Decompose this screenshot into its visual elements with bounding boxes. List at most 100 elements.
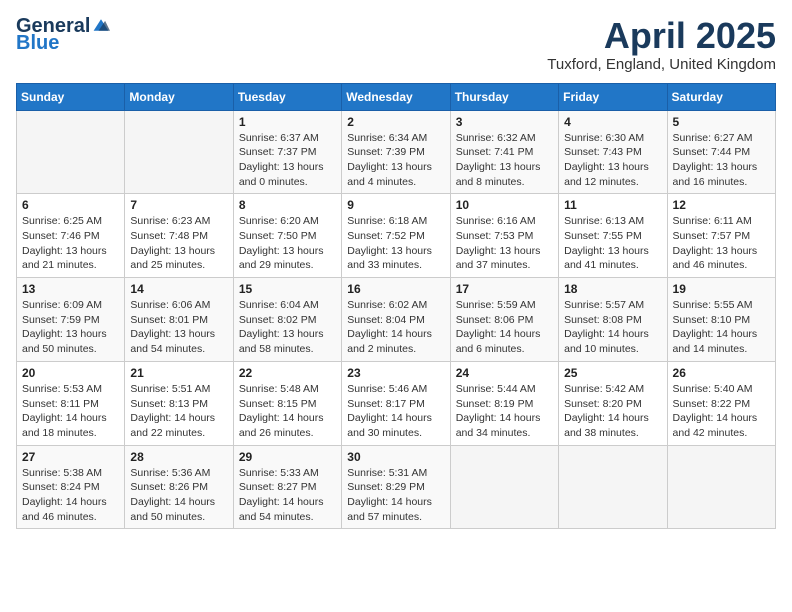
calendar-cell <box>125 110 233 194</box>
cell-info: Sunrise: 6:09 AMSunset: 7:59 PMDaylight:… <box>22 298 119 357</box>
logo: General Blue <box>16 16 110 55</box>
cell-day-number: 7 <box>130 198 227 212</box>
cell-day-number: 2 <box>347 115 444 129</box>
cell-day-number: 10 <box>456 198 553 212</box>
cell-info: Sunrise: 6:20 AMSunset: 7:50 PMDaylight:… <box>239 214 336 273</box>
cell-day-number: 18 <box>564 282 661 296</box>
calendar-cell: 24 Sunrise: 5:44 AMSunset: 8:19 PMDayligh… <box>450 361 558 445</box>
cell-info: Sunrise: 5:40 AMSunset: 8:22 PMDaylight:… <box>673 382 770 441</box>
title-block: April 2025 Tuxford, England, United King… <box>547 16 776 73</box>
cell-info: Sunrise: 5:53 AMSunset: 8:11 PMDaylight:… <box>22 382 119 441</box>
cell-day-number: 21 <box>130 366 227 380</box>
calendar-cell: 3Sunrise: 6:32 AMSunset: 7:41 PMDaylight… <box>450 110 558 194</box>
cell-day-number: 24 <box>456 366 553 380</box>
calendar-cell: 6 Sunrise: 6:25 AMSunset: 7:46 PMDaylight… <box>17 194 125 278</box>
cell-info: Sunrise: 5:31 AMSunset: 8:29 PMDaylight:… <box>347 466 444 525</box>
calendar-title: April 2025 <box>547 16 776 56</box>
weekday-header-friday: Friday <box>559 83 667 110</box>
cell-day-number: 13 <box>22 282 119 296</box>
calendar-cell: 16 Sunrise: 6:02 AMSunset: 8:04 PMDayligh… <box>342 278 450 362</box>
weekday-header-saturday: Saturday <box>667 83 775 110</box>
cell-info: Sunrise: 6:13 AMSunset: 7:55 PMDaylight:… <box>564 214 661 273</box>
cell-info: Sunrise: 6:04 AMSunset: 8:02 PMDaylight:… <box>239 298 336 357</box>
cell-info: Sunrise: 6:27 AMSunset: 7:44 PMDaylight:… <box>673 131 770 190</box>
cell-day-number: 9 <box>347 198 444 212</box>
calendar-cell: 25 Sunrise: 5:42 AMSunset: 8:20 PMDayligh… <box>559 361 667 445</box>
cell-day-number: 6 <box>22 198 119 212</box>
calendar-cell: 21Sunrise: 5:51 AMSunset: 8:13 PMDayligh… <box>125 361 233 445</box>
page-header: General Blue April 2025 Tuxford, England… <box>16 16 776 73</box>
calendar-cell: 10 Sunrise: 6:16 AMSunset: 7:53 PMDayligh… <box>450 194 558 278</box>
cell-day-number: 15 <box>239 282 336 296</box>
calendar-cell: 22 Sunrise: 5:48 AMSunset: 8:15 PMDayligh… <box>233 361 341 445</box>
calendar-week-5: 27Sunrise: 5:38 AMSunset: 8:24 PMDayligh… <box>17 445 776 529</box>
cell-day-number: 28 <box>130 450 227 464</box>
cell-info: Sunrise: 6:30 AMSunset: 7:43 PMDaylight:… <box>564 131 661 190</box>
calendar-cell: 27Sunrise: 5:38 AMSunset: 8:24 PMDayligh… <box>17 445 125 529</box>
cell-day-number: 11 <box>564 198 661 212</box>
cell-day-number: 14 <box>130 282 227 296</box>
cell-info: Sunrise: 5:38 AMSunset: 8:24 PMDaylight:… <box>22 466 119 525</box>
cell-day-number: 20 <box>22 366 119 380</box>
cell-info: Sunrise: 6:34 AMSunset: 7:39 PMDaylight:… <box>347 131 444 190</box>
cell-day-number: 30 <box>347 450 444 464</box>
calendar-cell <box>450 445 558 529</box>
calendar-cell <box>17 110 125 194</box>
cell-day-number: 25 <box>564 366 661 380</box>
calendar-week-3: 13 Sunrise: 6:09 AMSunset: 7:59 PMDayligh… <box>17 278 776 362</box>
calendar-cell: 28 Sunrise: 5:36 AMSunset: 8:26 PMDayligh… <box>125 445 233 529</box>
weekday-header-thursday: Thursday <box>450 83 558 110</box>
cell-day-number: 29 <box>239 450 336 464</box>
cell-day-number: 8 <box>239 198 336 212</box>
cell-day-number: 5 <box>673 115 770 129</box>
cell-day-number: 4 <box>564 115 661 129</box>
calendar-location: Tuxford, England, United Kingdom <box>547 56 776 73</box>
calendar-cell: 15 Sunrise: 6:04 AMSunset: 8:02 PMDayligh… <box>233 278 341 362</box>
cell-info: Sunrise: 5:36 AMSunset: 8:26 PMDaylight:… <box>130 466 227 525</box>
cell-info: Sunrise: 6:06 AMSunset: 8:01 PMDaylight:… <box>130 298 227 357</box>
logo-icon <box>92 16 110 34</box>
cell-day-number: 1 <box>239 115 336 129</box>
cell-info: Sunrise: 6:25 AMSunset: 7:46 PMDaylight:… <box>22 214 119 273</box>
calendar-cell: 30 Sunrise: 5:31 AMSunset: 8:29 PMDayligh… <box>342 445 450 529</box>
cell-day-number: 17 <box>456 282 553 296</box>
calendar-cell: 23Sunrise: 5:46 AMSunset: 8:17 PMDayligh… <box>342 361 450 445</box>
cell-info: Sunrise: 5:44 AMSunset: 8:19 PMDaylight:… <box>456 382 553 441</box>
weekday-header-sunday: Sunday <box>17 83 125 110</box>
calendar-cell: 12 Sunrise: 6:11 AMSunset: 7:57 PMDayligh… <box>667 194 775 278</box>
cell-info: Sunrise: 5:59 AMSunset: 8:06 PMDaylight:… <box>456 298 553 357</box>
weekday-header-tuesday: Tuesday <box>233 83 341 110</box>
cell-day-number: 26 <box>673 366 770 380</box>
cell-info: Sunrise: 6:18 AMSunset: 7:52 PMDaylight:… <box>347 214 444 273</box>
calendar-cell <box>559 445 667 529</box>
calendar-cell: 17 Sunrise: 5:59 AMSunset: 8:06 PMDayligh… <box>450 278 558 362</box>
weekday-header-monday: Monday <box>125 83 233 110</box>
cell-day-number: 16 <box>347 282 444 296</box>
calendar-cell: 4 Sunrise: 6:30 AMSunset: 7:43 PMDaylight… <box>559 110 667 194</box>
calendar-week-2: 6 Sunrise: 6:25 AMSunset: 7:46 PMDaylight… <box>17 194 776 278</box>
calendar-cell: 29Sunrise: 5:33 AMSunset: 8:27 PMDayligh… <box>233 445 341 529</box>
calendar-cell: 1 Sunrise: 6:37 AMSunset: 7:37 PMDaylight… <box>233 110 341 194</box>
cell-day-number: 23 <box>347 366 444 380</box>
weekday-header-row: SundayMondayTuesdayWednesdayThursdayFrid… <box>17 83 776 110</box>
calendar-cell: 14 Sunrise: 6:06 AMSunset: 8:01 PMDayligh… <box>125 278 233 362</box>
cell-info: Sunrise: 5:42 AMSunset: 8:20 PMDaylight:… <box>564 382 661 441</box>
cell-info: Sunrise: 6:02 AMSunset: 8:04 PMDaylight:… <box>347 298 444 357</box>
calendar-cell: 13 Sunrise: 6:09 AMSunset: 7:59 PMDayligh… <box>17 278 125 362</box>
calendar-table: SundayMondayTuesdayWednesdayThursdayFrid… <box>16 83 776 530</box>
calendar-cell: 8 Sunrise: 6:20 AMSunset: 7:50 PMDaylight… <box>233 194 341 278</box>
calendar-cell: 5 Sunrise: 6:27 AMSunset: 7:44 PMDaylight… <box>667 110 775 194</box>
cell-info: Sunrise: 6:37 AMSunset: 7:37 PMDaylight:… <box>239 131 336 190</box>
cell-info: Sunrise: 6:16 AMSunset: 7:53 PMDaylight:… <box>456 214 553 273</box>
cell-day-number: 3 <box>456 115 553 129</box>
calendar-cell: 7 Sunrise: 6:23 AMSunset: 7:48 PMDaylight… <box>125 194 233 278</box>
calendar-cell: 9 Sunrise: 6:18 AMSunset: 7:52 PMDaylight… <box>342 194 450 278</box>
cell-info: Sunrise: 5:48 AMSunset: 8:15 PMDaylight:… <box>239 382 336 441</box>
calendar-week-4: 20 Sunrise: 5:53 AMSunset: 8:11 PMDayligh… <box>17 361 776 445</box>
cell-day-number: 12 <box>673 198 770 212</box>
cell-day-number: 22 <box>239 366 336 380</box>
calendar-cell: 20 Sunrise: 5:53 AMSunset: 8:11 PMDayligh… <box>17 361 125 445</box>
cell-info: Sunrise: 6:23 AMSunset: 7:48 PMDaylight:… <box>130 214 227 273</box>
cell-day-number: 19 <box>673 282 770 296</box>
cell-info: Sunrise: 6:11 AMSunset: 7:57 PMDaylight:… <box>673 214 770 273</box>
